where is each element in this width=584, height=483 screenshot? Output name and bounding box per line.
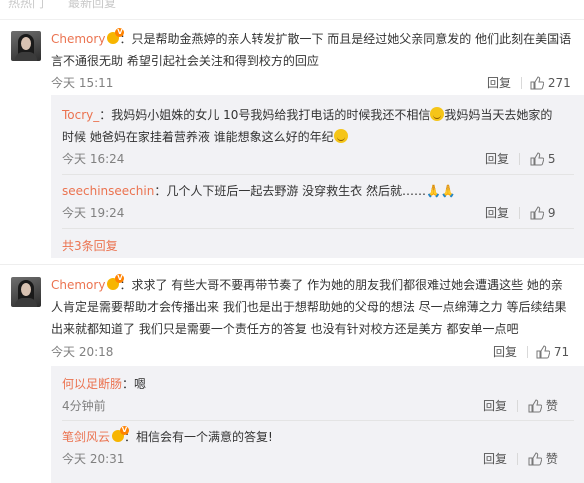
comment-text: Chemory：只是帮助金燕婷的亲人转发扩散一下 而且是经过她父亲同意发的 他们… — [51, 28, 571, 50]
reply-button[interactable]: 回复 — [487, 75, 511, 91]
reply-time: 今天 20:31 — [62, 452, 125, 466]
like-label: 赞 — [545, 399, 558, 413]
divider — [517, 453, 518, 465]
reply-text: 何以足断肠：嗯 — [62, 377, 147, 391]
reply-author[interactable]: seechinseechin — [62, 184, 154, 198]
divider — [0, 19, 584, 20]
reply-time: 4分钟前 — [62, 399, 106, 413]
reply-text-cont: 时候 她爸妈在家挂着营养液 谁能想象这么好的年纪 — [62, 126, 348, 148]
reply-text: 笔剑风云：相信会有一个满意的答复! — [62, 426, 273, 448]
divider — [519, 153, 520, 165]
comment-author[interactable]: Chemory — [51, 278, 105, 292]
thumbs-up-icon — [530, 76, 545, 90]
reply-button[interactable]: 回复 — [483, 451, 507, 467]
reply-author[interactable]: 笔剑风云 — [62, 430, 110, 444]
thumbs-up-icon — [530, 152, 545, 166]
thumbs-up-icon — [536, 345, 551, 359]
top-tabs: 热热门 最新回复 — [0, 0, 584, 20]
reply-button[interactable]: 回复 — [485, 151, 509, 167]
comment-text-cont: 人肯定是需要帮助才会传播出来 我们也是出于想帮助她的父母的想法 尽一点绵薄之力 … — [51, 300, 567, 314]
like-label: 赞 — [545, 452, 558, 466]
like-button[interactable]: 5 — [530, 151, 555, 167]
reply-time: 今天 19:24 — [62, 206, 125, 220]
emoji-icon — [333, 129, 348, 143]
reply-author[interactable]: 何以足断肠 — [62, 377, 122, 391]
avatar[interactable] — [11, 277, 41, 307]
divider — [62, 174, 574, 175]
comment-author[interactable]: Chemory — [51, 32, 105, 46]
like-count: 271 — [547, 76, 571, 90]
divider — [521, 77, 522, 89]
vip-badge-icon — [107, 28, 125, 44]
reply-text: seechinseechin：几个人下班后一起去野游 没穿救生衣 然后就……🙏🙏 — [62, 184, 456, 198]
more-replies-link[interactable]: 共3条回复 — [62, 238, 118, 254]
like-count: 5 — [547, 152, 556, 166]
like-button[interactable]: 9 — [530, 205, 555, 221]
like-button[interactable]: 271 — [530, 75, 571, 91]
thumbs-up-icon — [528, 452, 543, 466]
like-button[interactable]: 赞 — [528, 398, 558, 414]
like-count: 9 — [547, 206, 556, 220]
reply-time: 今天 16:24 — [62, 152, 125, 166]
thumbs-up-icon — [530, 206, 545, 220]
divider — [519, 207, 520, 219]
like-count: 71 — [553, 345, 570, 359]
divider — [62, 420, 574, 421]
emoji-icon — [430, 107, 445, 121]
reply-button[interactable]: 回复 — [483, 398, 507, 414]
tab-latest[interactable]: 最新回复 — [68, 0, 116, 11]
like-button[interactable]: 赞 — [528, 451, 558, 467]
comment-text-cont: 言不通很无助 希望引起社会关注和得到校方的回应 — [51, 54, 319, 68]
reply-author[interactable]: Tocry_ — [62, 108, 99, 122]
pray-emoji-icon: 🙏🙏 — [425, 184, 456, 198]
divider — [527, 346, 528, 358]
divider — [517, 400, 518, 412]
reply-button[interactable]: 回复 — [493, 344, 517, 360]
avatar[interactable] — [11, 31, 41, 61]
comment-time: 今天 20:18 — [51, 345, 114, 359]
like-button[interactable]: 71 — [536, 344, 569, 360]
divider — [0, 264, 584, 265]
reply-button[interactable]: 回复 — [485, 205, 509, 221]
comment-text-cont: 出来就都知道了 我们只是需要一个责任方的答复 也没有针对校方还是美方 都安单一点… — [51, 322, 519, 336]
comment-text: Chemory：求求了 有些大哥不要再带节奏了 作为她的朋友我们都很难过她会遭遇… — [51, 274, 563, 296]
divider — [62, 228, 574, 229]
reply-text: Tocry_：我妈妈小姐姝的女儿 10号我妈给我打电话的时候我还不相信 我妈妈当天… — [62, 107, 553, 122]
thumbs-up-icon — [528, 399, 543, 413]
tab-hot[interactable]: 热热门 — [8, 0, 44, 11]
vip-badge-icon — [112, 426, 130, 442]
comment-time: 今天 15:11 — [51, 76, 114, 90]
vip-badge-icon — [107, 274, 125, 290]
